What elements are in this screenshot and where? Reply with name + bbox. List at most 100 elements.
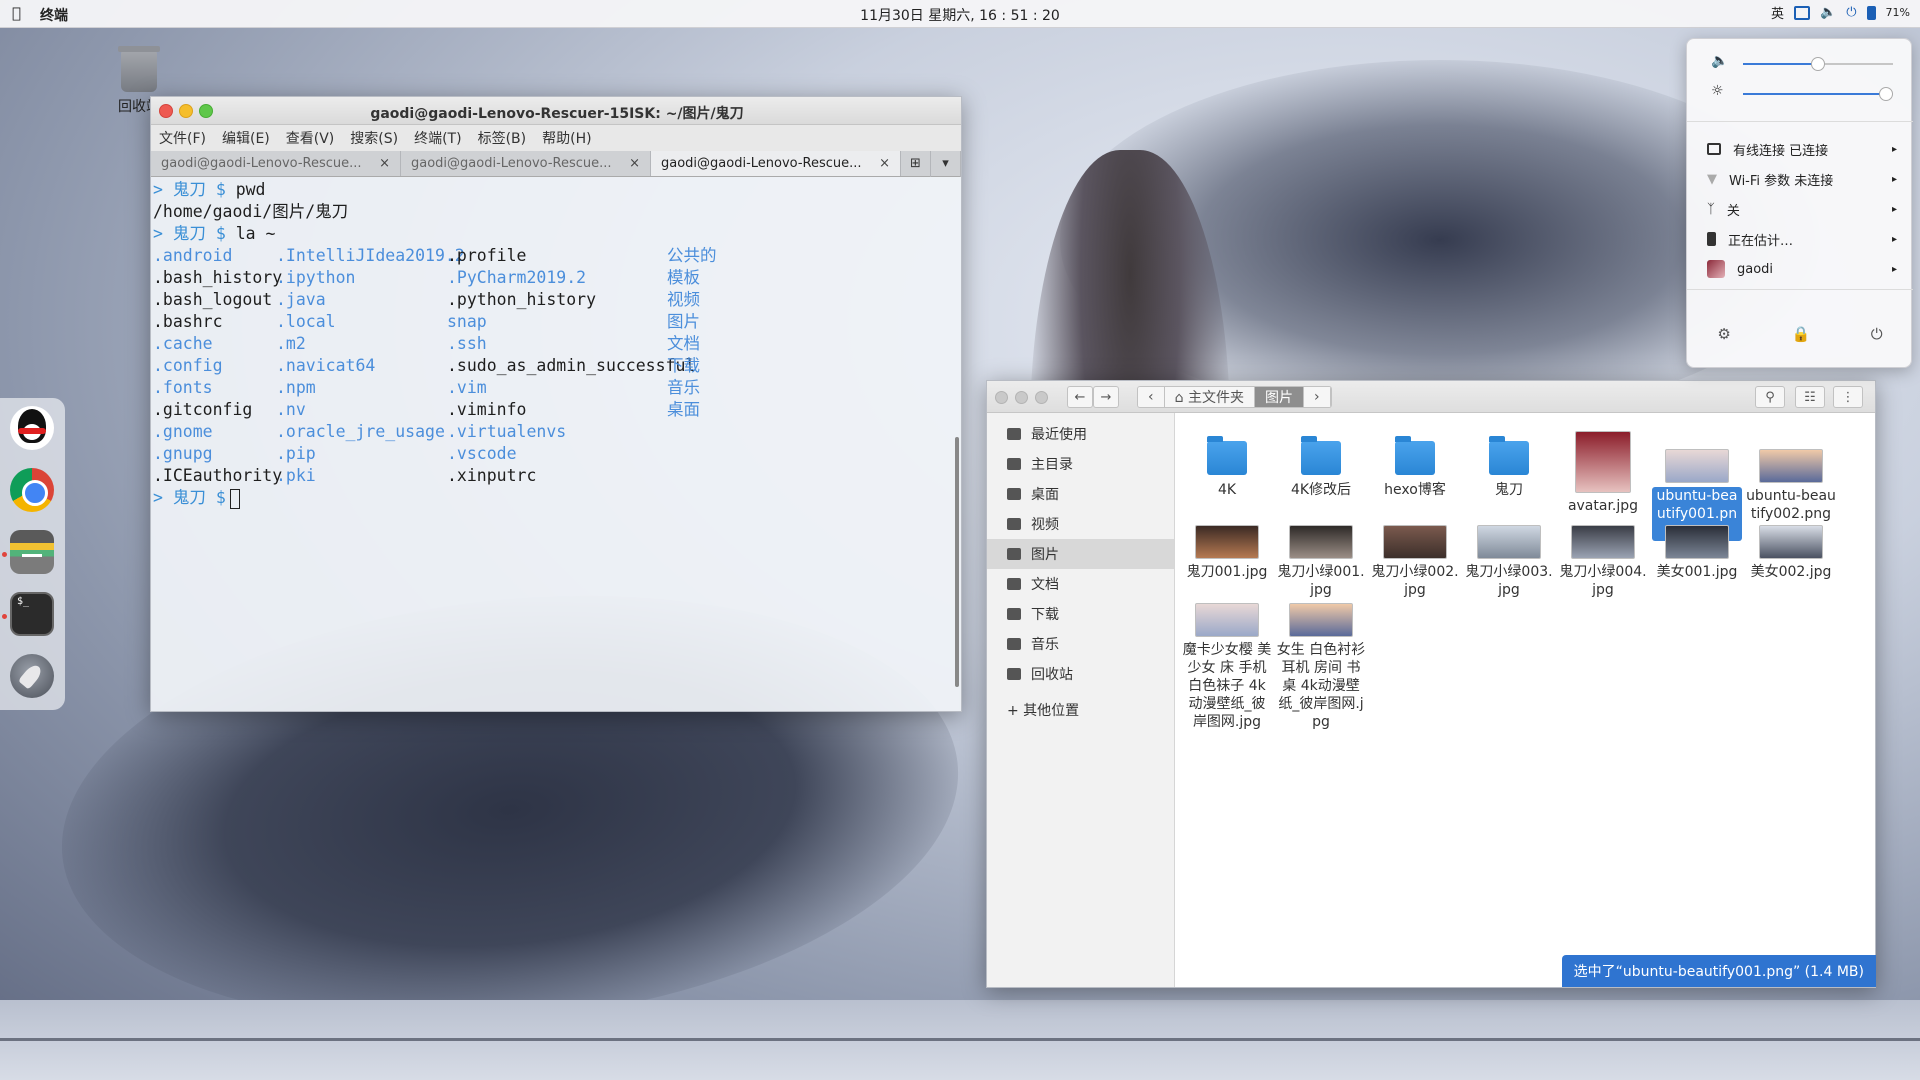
menu-terminal[interactable]: 终端(T) [414,128,461,148]
settings-gear-icon[interactable]: ⚙ [1717,325,1730,343]
search-icon[interactable]: ⚲ [1755,386,1785,408]
bluetooth-item[interactable]: ᛉ 关 ▸ [1707,199,1897,219]
file-grid: 选中了“ubuntu-beautify001.png” (1.4 MB) 4K 4… [1176,413,1876,987]
wifi-item[interactable]: ▼ Wi-Fi 参数 未连接 ▸ [1707,169,1897,189]
terminal-output[interactable]: > 鬼刀 $ pwd /home/gaodi/图片/鬼刀 > 鬼刀 $ la ~… [151,177,961,687]
sidebar-item[interactable]: 回收站 [987,659,1174,689]
menu-search[interactable]: 搜索(S) [350,128,398,148]
ls-entry: .m2 [276,334,306,353]
input-method-indicator[interactable]: 英 [1771,3,1784,22]
forward-icon[interactable]: → [1093,386,1119,408]
sidebar-item[interactable]: 最近使用 [987,419,1174,449]
close-button[interactable] [995,391,1008,404]
sidebar-item[interactable]: 音乐 [987,629,1174,659]
sidebar-item[interactable]: 文档 [987,569,1174,599]
sidebar-item-label: 音乐 [1031,637,1059,653]
file-item-label: 鬼刀小绿004.jpg [1559,564,1647,598]
file-manager-window[interactable]: ← → ‹ ⌂ 主文件夹 图片 › ⚲ ☷ ⋮ 最近使用 主目录 桌面 视频 图片 文档下… [986,380,1876,988]
breadcrumb-home[interactable]: ⌂ 主文件夹 [1164,387,1255,407]
ls-entry: .java [276,290,326,309]
close-tab-icon[interactable]: × [379,156,390,171]
volume-slider[interactable] [1743,57,1893,71]
folder-item[interactable]: hexo博客 [1370,431,1460,499]
file-item[interactable]: 美女002.jpg [1746,525,1836,581]
file-item[interactable]: 鬼刀小绿002.jpg [1370,525,1460,599]
menu-icon[interactable]: ⋮ [1833,386,1863,408]
image-thumbnail-icon [1289,603,1353,637]
menu-tabs[interactable]: 标签(B) [478,128,527,148]
prompt-arrow: > [153,180,163,199]
prompt-dollar: $ [215,488,226,507]
launchpad-rocket-icon[interactable] [10,654,54,698]
file-item[interactable]: 鬼刀小绿004.jpg [1558,525,1648,599]
trash-icon [1007,668,1021,680]
other-locations[interactable]: + 其他位置 [987,695,1174,725]
power-icon[interactable]: ⏻ [1846,5,1856,20]
menu-help[interactable]: 帮助(H) [542,128,591,148]
network-icon[interactable] [1794,5,1811,20]
terminal-titlebar[interactable]: gaodi@gaodi-Lenovo-Rescuer-15ISK: ~/图片/鬼… [151,97,961,125]
volume-icon[interactable]: 🔈 [1820,5,1836,20]
sidebar-item[interactable]: 视频 [987,509,1174,539]
close-tab-icon[interactable]: × [629,156,640,171]
folder-item[interactable]: 4K修改后 [1276,431,1366,499]
breadcrumb-right-chevron-icon[interactable]: › [1303,387,1331,407]
sidebar-item[interactable]: 图片 [987,539,1174,569]
file-item[interactable]: 女生 白色衬衫 耳机 房间 书桌 4k动漫壁纸_彼岸图网.jpg [1276,603,1366,731]
file-item[interactable]: ubuntu-beautify002.png [1746,431,1836,523]
maximize-button[interactable] [1035,391,1048,404]
terminal-tab[interactable]: gaodi@gaodi-Lenovo-Rescue... × [151,151,401,176]
volume-knob[interactable] [1811,57,1825,71]
files-app-icon[interactable] [10,530,54,574]
new-tab-icon[interactable]: ⊞ [901,150,931,177]
ls-entry: 下载 [667,356,700,375]
sidebar-item[interactable]: 桌面 [987,479,1174,509]
menu-edit[interactable]: 编辑(E) [222,128,270,148]
terminal-tab[interactable]: gaodi@gaodi-Lenovo-Rescue... × [401,151,651,176]
ls-entry: .gnome [153,422,213,441]
terminal-app-icon[interactable] [10,592,54,636]
clock[interactable]: 11月30日 星期六, 16 : 51 : 20 [0,5,1920,25]
video-icon [1007,518,1021,530]
chrome-icon[interactable] [10,468,54,512]
terminal-scrollbar[interactable] [955,437,959,687]
file-manager-header[interactable]: ← → ‹ ⌂ 主文件夹 图片 › ⚲ ☷ ⋮ [987,381,1875,413]
wifi-label: Wi-Fi 参数 未连接 [1729,173,1834,189]
ls-entry: .bash_logout [153,290,273,309]
file-item[interactable]: 美女001.jpg [1652,525,1742,581]
file-item[interactable]: 鬼刀小绿001.jpg [1276,525,1366,599]
ls-entry: .bash_history [153,268,283,287]
file-item[interactable]: 鬼刀001.jpg [1182,525,1272,581]
back-icon[interactable]: ← [1067,386,1093,408]
qq-icon[interactable] [10,406,54,450]
close-tab-icon[interactable]: × [879,156,890,171]
minimize-button[interactable] [1015,391,1028,404]
battery-icon[interactable] [1866,5,1876,20]
file-item[interactable]: 魔卡少女樱 美少女 床 手机 白色袜子 4k动漫壁纸_彼岸图网.jpg [1182,603,1272,731]
file-item-label: 鬼刀 [1495,482,1523,498]
sidebar-item[interactable]: 主目录 [987,449,1174,479]
breadcrumb-current[interactable]: 图片 [1254,387,1304,407]
menu-file[interactable]: 文件(F) [159,128,206,148]
folder-item[interactable]: 鬼刀 [1464,431,1554,499]
battery-item[interactable]: 正在估计… ▸ [1707,229,1897,249]
file-item[interactable]: 鬼刀小绿003.jpg [1464,525,1554,599]
prompt-dir: 鬼刀 [172,224,206,243]
lock-icon[interactable]: 🔒 [1791,325,1810,343]
brightness-slider[interactable] [1743,87,1893,101]
view-options-icon[interactable]: ☷ [1795,386,1825,408]
user-item[interactable]: gaodi ▸ [1707,259,1897,279]
status-area[interactable]: 英 🔈 ⏻ 71% [1771,3,1910,22]
brightness-knob[interactable] [1878,87,1893,101]
wired-connection-item[interactable]: 有线连接 已连接 ▸ [1707,139,1897,159]
power-off-icon[interactable]: ⏻ [1871,325,1883,343]
breadcrumb-left-chevron-icon[interactable]: ‹ [1138,387,1165,407]
folder-item[interactable]: 4K [1182,431,1272,499]
tab-menu-chevron-icon[interactable]: ▾ [931,150,961,177]
sidebar-item[interactable]: 下载 [987,599,1174,629]
menu-view[interactable]: 查看(V) [286,128,335,148]
terminal-tab-active[interactable]: gaodi@gaodi-Lenovo-Rescue... × [651,151,901,176]
terminal-window[interactable]: gaodi@gaodi-Lenovo-Rescuer-15ISK: ~/图片/鬼… [150,96,962,712]
ls-entry: .cache [153,334,213,353]
file-item[interactable]: avatar.jpg [1558,431,1648,515]
